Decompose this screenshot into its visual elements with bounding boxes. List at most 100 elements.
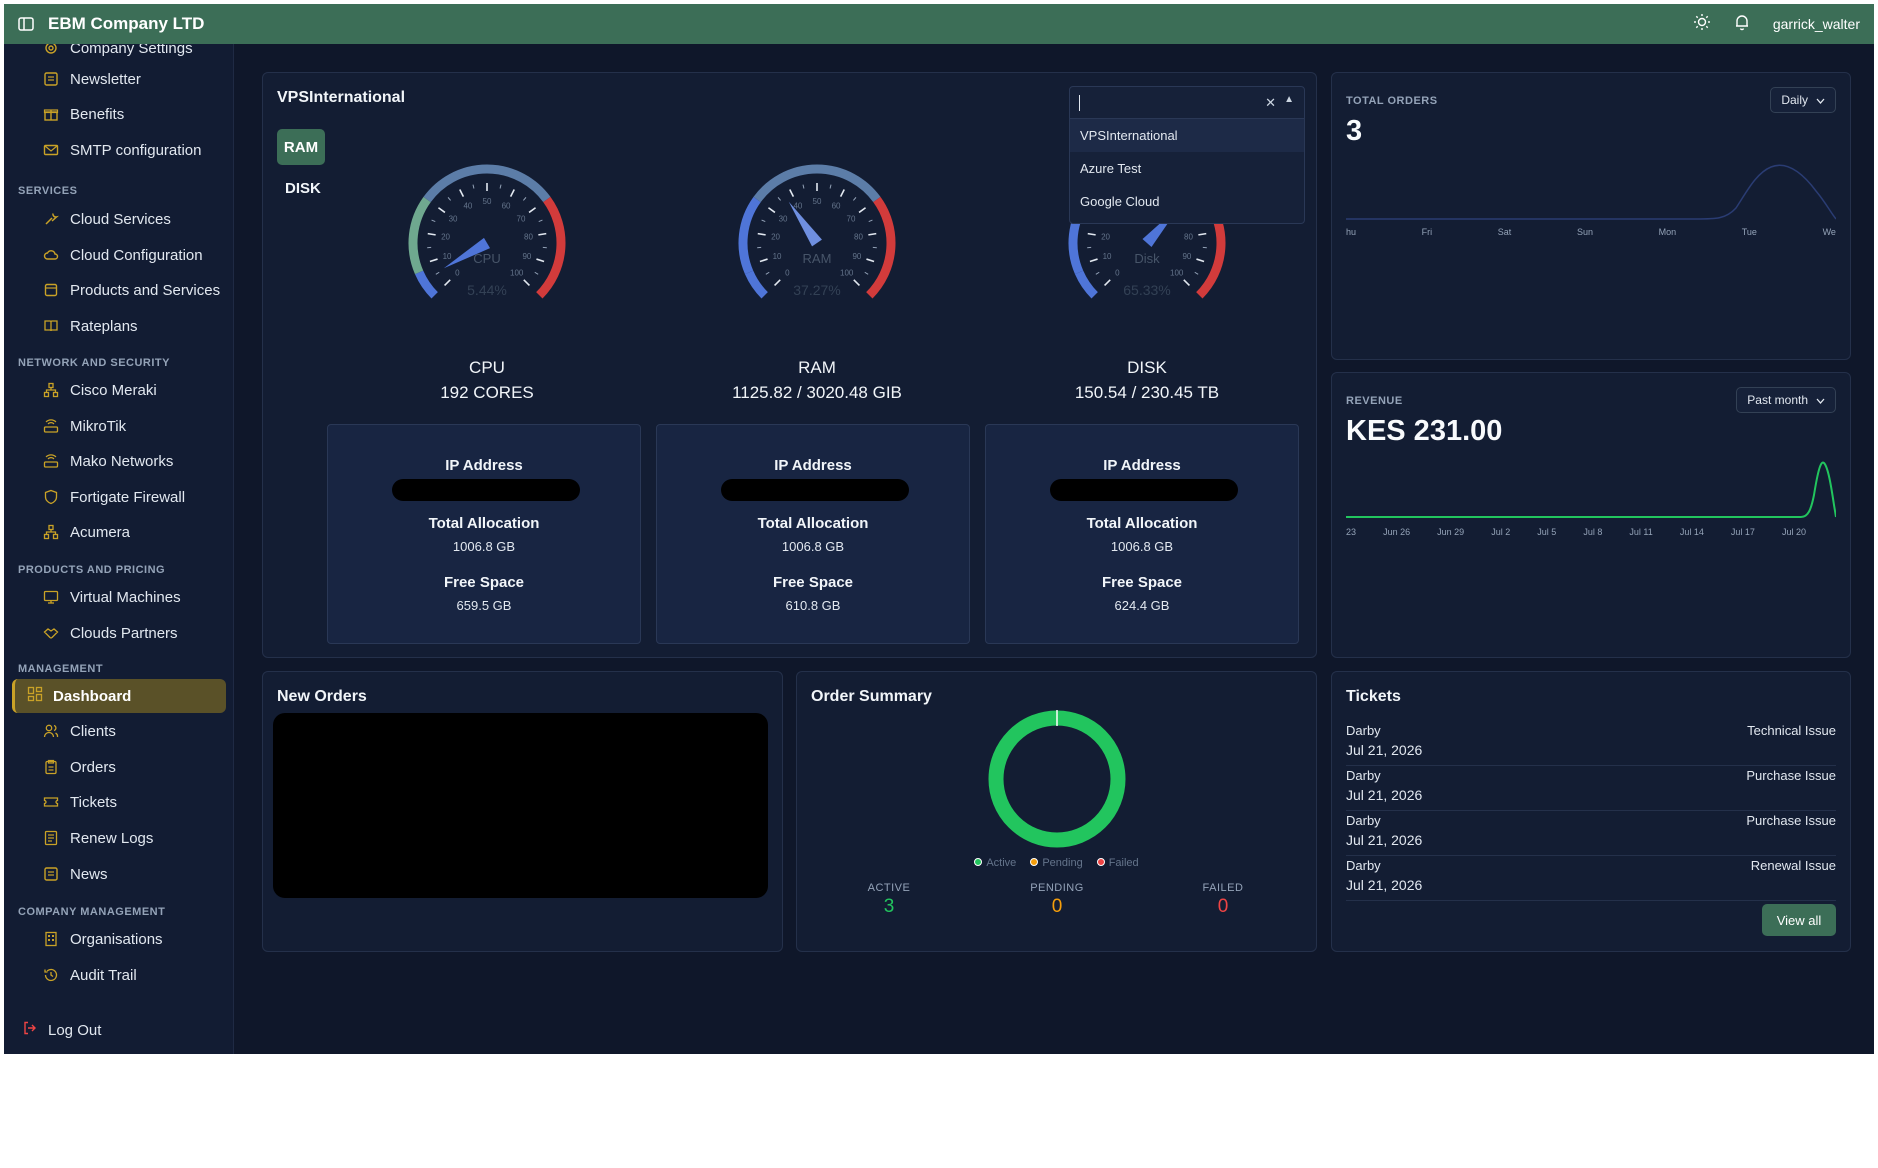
ticket-name: Darby: [1346, 768, 1381, 783]
sidebar-item-fortigate[interactable]: Fortigate Firewall: [42, 482, 185, 512]
gauge-minor-tick: [777, 197, 782, 201]
period-select[interactable]: Past month: [1736, 387, 1836, 413]
gauge-tick-label: 60: [502, 202, 511, 211]
clear-icon[interactable]: ✕: [1265, 95, 1276, 111]
view-all-button[interactable]: View all: [1762, 904, 1836, 936]
server-select-dropdown[interactable]: ✕ ▲ VPSInternational Azure Test Google C…: [1069, 86, 1305, 224]
sidebar-item-products-services[interactable]: Products and Services: [42, 275, 220, 305]
period-select-label: Past month: [1747, 393, 1808, 407]
dropdown-option[interactable]: Google Cloud: [1070, 185, 1304, 218]
stat-pending: PENDING 0: [997, 882, 1117, 918]
ticket-row[interactable]: Darby Jul 21, 2026 Renewal Issue: [1346, 856, 1836, 901]
legend-label: Pending: [1042, 857, 1083, 869]
logout-button[interactable]: Log Out: [22, 1020, 101, 1040]
sidebar-item-tickets[interactable]: Tickets: [42, 787, 117, 817]
sidebar-item-mako-networks[interactable]: Mako Networks: [42, 446, 173, 476]
server-select-input[interactable]: ✕ ▲: [1070, 87, 1304, 119]
sidebar-item-clouds-partners[interactable]: Clouds Partners: [42, 618, 178, 648]
sidebar-item-company-settings[interactable]: Company Settings: [42, 44, 193, 63]
axis-tick: Tue: [1741, 227, 1757, 237]
router-icon: [42, 452, 60, 470]
sidebar-section-management: MANAGEMENT: [18, 663, 104, 675]
axis-tick: 23: [1346, 527, 1357, 537]
sidebar-item-label: Fortigate Firewall: [70, 488, 186, 506]
dropdown-option[interactable]: VPSInternational: [1070, 119, 1304, 152]
stat-value: 0: [1051, 896, 1063, 917]
sidebar-item-smtp[interactable]: SMTP configuration: [42, 135, 201, 165]
cloud-icon: [42, 246, 60, 264]
newspaper-icon: [42, 70, 60, 88]
legend-label: Failed: [1108, 857, 1139, 869]
axis-tick: We: [1822, 227, 1836, 237]
free-space-value: 624.4 GB: [1114, 598, 1170, 613]
gauge-minor-tick: [765, 271, 770, 275]
sidebar-item-benefits[interactable]: Benefits: [42, 99, 124, 129]
username[interactable]: garrick_walter: [1773, 16, 1860, 32]
sidebar-item-label: Cloud Services: [70, 210, 171, 228]
ticket-date: Jul 21, 2026: [1346, 877, 1423, 893]
metric-ram-name: RAM: [798, 358, 836, 377]
sidebar-item-cloud-services[interactable]: Cloud Services: [42, 204, 171, 234]
sidebar-item-label: Organisations: [70, 930, 163, 948]
order-donut-chart: [988, 710, 1126, 848]
gauge-arc-segment: [414, 270, 438, 299]
tab-ram[interactable]: RAM: [277, 129, 325, 165]
total-allocation-label: Total Allocation: [1086, 515, 1198, 532]
metric-disk-name: DISK: [1127, 358, 1167, 377]
chevron-down-icon: [1816, 93, 1825, 107]
gauge-major-tick: [1104, 279, 1111, 286]
sidebar-item-label: Products and Services: [70, 281, 221, 299]
tab-disk[interactable]: DISK: [285, 180, 321, 197]
gauge-minor-tick: [499, 184, 502, 189]
company-name: EBM Company LTD: [48, 14, 205, 33]
redacted-ip: [392, 479, 580, 501]
axis-tick: Jul 17: [1730, 527, 1755, 537]
ticket-row[interactable]: Darby Jul 21, 2026 Technical Issue: [1346, 721, 1836, 766]
dashboard-icon: [27, 686, 43, 706]
gauge-tick-label: 70: [517, 214, 526, 223]
gauge-arc-segment: [738, 196, 761, 275]
ticket-row[interactable]: Darby Jul 21, 2026 Purchase Issue: [1346, 811, 1836, 856]
wrench-icon: [42, 210, 60, 228]
sidebar-item-clients[interactable]: Clients: [42, 716, 116, 746]
router-icon: [42, 417, 60, 435]
axis-tick: Jul 14: [1679, 527, 1704, 537]
gauge-minor-tick: [852, 197, 857, 201]
sidebar-item-mikrotik[interactable]: MikroTik: [42, 411, 126, 441]
server-info-box: IP Address Total Allocation 1006.8 GB Fr…: [985, 424, 1299, 644]
sidebar-item-newsletter[interactable]: Newsletter: [42, 64, 141, 94]
gauge-tick-label: 100: [1170, 269, 1184, 278]
gauge-tick-label: 80: [1184, 232, 1193, 241]
sidebar-item-virtual-machines[interactable]: Virtual Machines: [42, 582, 181, 612]
sidebar-item-orders[interactable]: Orders: [42, 752, 116, 782]
sidebar-item-dashboard[interactable]: Dashboard: [12, 679, 226, 713]
order-legend: Active Pending Failed: [797, 857, 1316, 869]
sidebar-section-services: SERVICES: [18, 185, 78, 197]
sidebar-item-cloud-configuration[interactable]: Cloud Configuration: [42, 240, 203, 270]
axis-tick: Sun: [1576, 227, 1593, 237]
ticket-row[interactable]: Darby Jul 21, 2026 Purchase Issue: [1346, 766, 1836, 811]
mail-icon: [42, 141, 60, 159]
sidebar-toggle-icon[interactable]: [16, 14, 36, 34]
sidebar-item-cisco-meraki[interactable]: Cisco Meraki: [42, 375, 157, 405]
sidebar-item-rateplans[interactable]: Rateplans: [42, 311, 138, 341]
theme-toggle-icon[interactable]: [1693, 13, 1711, 36]
gauge-tick-label: 80: [854, 232, 863, 241]
sidebar-item-organisations[interactable]: Organisations: [42, 924, 163, 954]
gauge-tick-label: 40: [463, 202, 472, 211]
chevron-down-icon: [1816, 393, 1825, 407]
chevron-up-icon[interactable]: ▲: [1284, 94, 1294, 105]
sidebar-item-label: Cisco Meraki: [70, 381, 157, 399]
free-space-value: 610.8 GB: [785, 598, 841, 613]
sidebar-item-audit-trail[interactable]: Audit Trail: [42, 960, 137, 990]
gauge-tick-label: 80: [524, 232, 533, 241]
gauge-major-tick: [538, 232, 547, 236]
gauge-tick-label: 10: [773, 252, 782, 261]
bell-icon[interactable]: [1733, 13, 1751, 36]
sidebar-item-acumera[interactable]: Acumera: [42, 517, 130, 547]
dropdown-option[interactable]: Azure Test: [1070, 152, 1304, 185]
total-orders-caption: TOTAL ORDERS: [1346, 95, 1438, 107]
sidebar-item-news[interactable]: News: [42, 859, 108, 889]
sidebar-item-renew-logs[interactable]: Renew Logs: [42, 823, 153, 853]
period-select[interactable]: Daily: [1770, 87, 1836, 113]
